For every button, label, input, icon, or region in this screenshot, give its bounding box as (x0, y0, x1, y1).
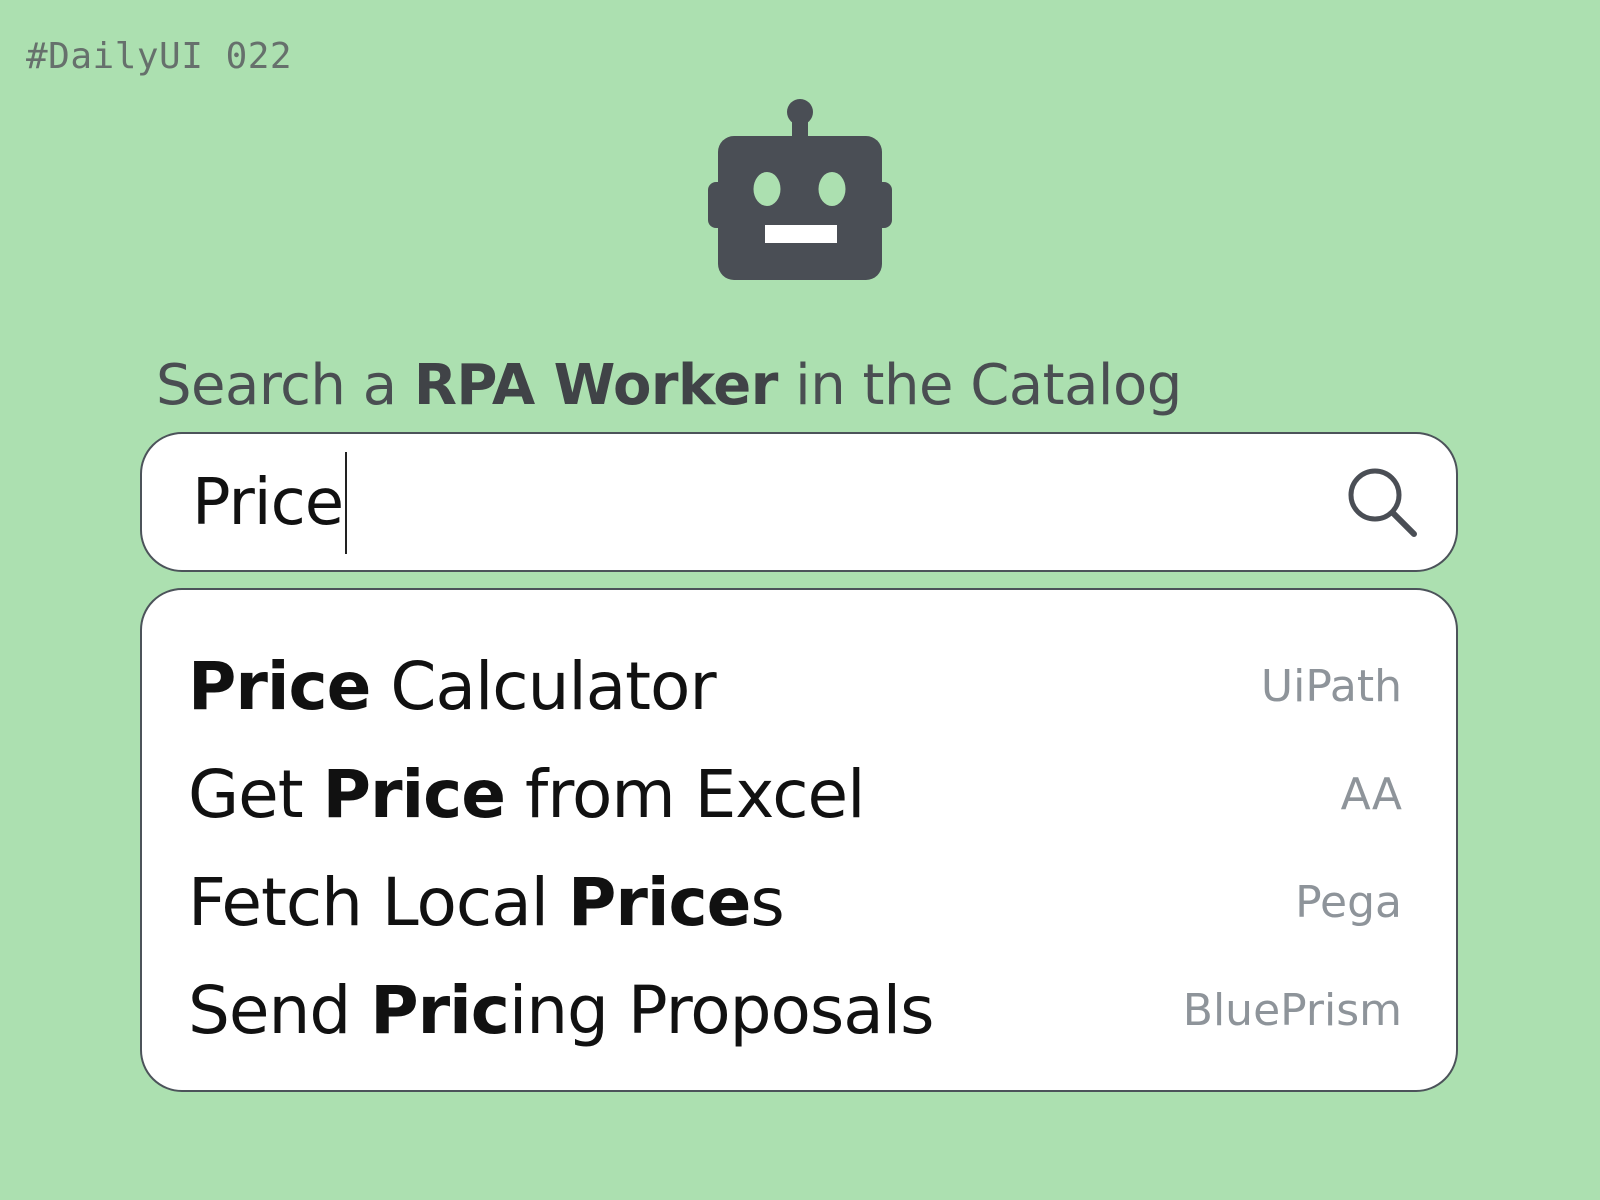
search-icon[interactable] (1344, 464, 1420, 540)
result-title: Send Pricing Proposals (188, 971, 935, 1049)
page-heading: Search a RPA Worker in the Catalog (156, 358, 1182, 414)
result-text-rest: ing Proposals (508, 971, 935, 1049)
result-vendor: UiPath (1260, 660, 1402, 712)
heading-suffix: in the Catalog (777, 353, 1182, 418)
result-item-fetch-local-prices[interactable]: Fetch Local Prices Pega (188, 848, 1402, 956)
search-input-value: Price (192, 466, 344, 540)
search-results-dropdown: Price Calculator UiPath Get Price from E… (140, 588, 1458, 1092)
heading-emphasis: RPA Worker (413, 353, 779, 418)
result-item-get-price-from-excel[interactable]: Get Price from Excel AA (188, 740, 1402, 848)
result-title: Get Price from Excel (188, 755, 865, 833)
result-text-pre: Get (188, 755, 323, 833)
search-input[interactable]: Price (192, 452, 348, 554)
result-title: Price Calculator (188, 647, 717, 725)
result-vendor: AA (1340, 768, 1402, 820)
robot-icon (708, 99, 892, 280)
result-match: Price (188, 647, 371, 725)
search-box[interactable]: Price (140, 432, 1458, 572)
daily-ui-tag: #DailyUI 022 (26, 36, 293, 77)
result-title: Fetch Local Prices (188, 863, 785, 941)
result-vendor: BluePrism (1182, 984, 1402, 1036)
result-match: Pric (370, 971, 510, 1049)
text-caret (345, 452, 348, 554)
result-text-rest: from Excel (505, 755, 865, 833)
result-item-price-calculator[interactable]: Price Calculator UiPath (188, 632, 1402, 740)
heading-prefix: Search a (156, 353, 414, 418)
result-text-pre: Fetch Local (188, 863, 568, 941)
result-match: Price (322, 755, 506, 833)
result-match: Price (567, 863, 751, 941)
result-vendor: Pega (1295, 876, 1402, 928)
result-text-pre: Send (188, 971, 371, 1049)
result-text-rest: s (750, 863, 784, 941)
result-text-rest: Calculator (370, 647, 716, 725)
result-item-send-pricing-proposals[interactable]: Send Pricing Proposals BluePrism (188, 956, 1402, 1064)
